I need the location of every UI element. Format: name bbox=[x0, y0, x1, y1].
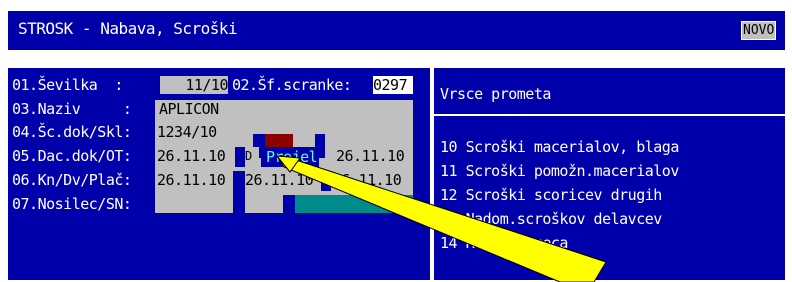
pointer-arrow-icon bbox=[275, 155, 607, 282]
dos-screen: STROSK - Nabava, Scroški NOVO 01.Ševilka… bbox=[0, 0, 792, 282]
